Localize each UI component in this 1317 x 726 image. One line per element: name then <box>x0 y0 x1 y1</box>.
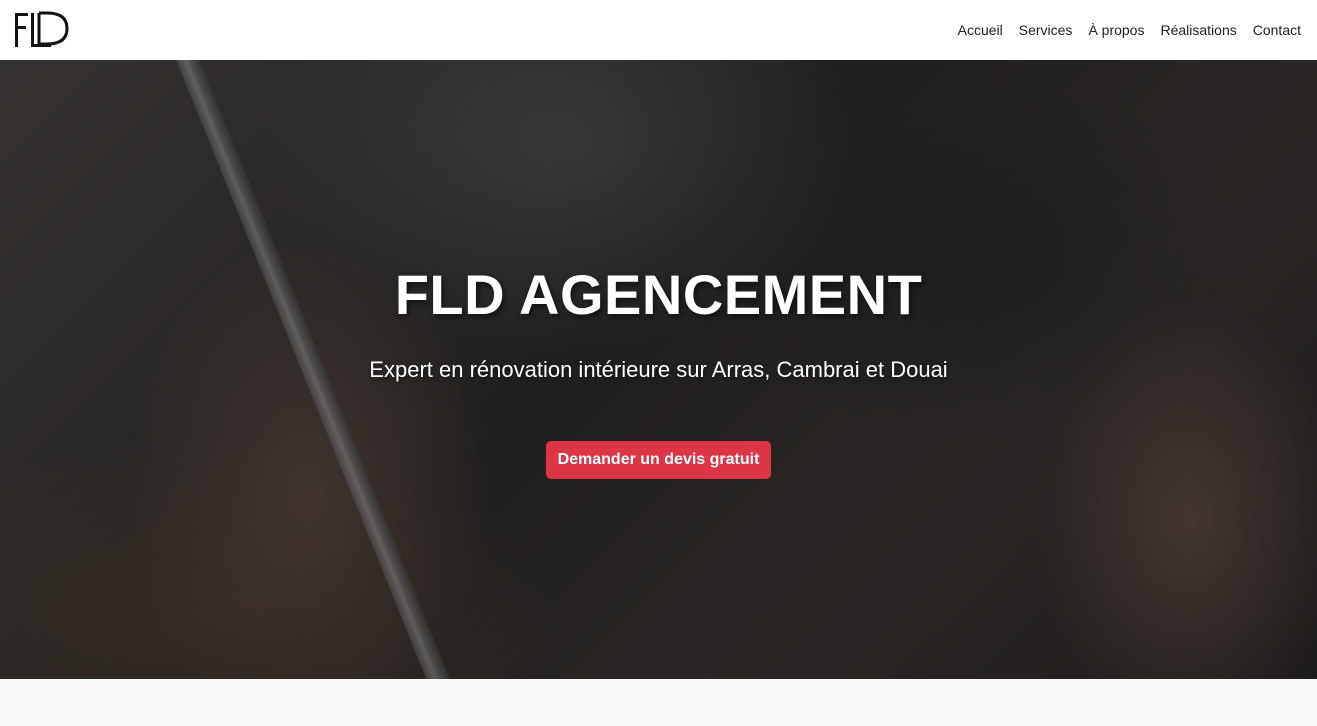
hero-section: FLD AGENCEMENT Expert en rénovation inté… <box>0 60 1317 679</box>
nav-link-accueil[interactable]: Accueil <box>950 0 1011 60</box>
nav-links: Accueil Services À propos Réalisations C… <box>950 0 1301 60</box>
nav-link-a-propos[interactable]: À propos <box>1080 0 1152 60</box>
navbar: Accueil Services À propos Réalisations C… <box>0 0 1317 60</box>
hero-content: FLD AGENCEMENT Expert en rénovation inté… <box>0 60 1317 679</box>
hero-title: FLD AGENCEMENT <box>394 263 923 326</box>
logo[interactable] <box>14 0 70 60</box>
fld-logo-icon <box>15 11 69 47</box>
hero-subtitle: Expert en rénovation intérieure sur Arra… <box>369 357 948 382</box>
nav-link-realisations[interactable]: Réalisations <box>1152 0 1244 60</box>
nav-link-services[interactable]: Services <box>1011 0 1081 60</box>
next-section <box>0 679 1317 726</box>
nav-link-contact[interactable]: Contact <box>1245 0 1301 60</box>
request-quote-button[interactable]: Demander un devis gratuit <box>545 441 772 479</box>
